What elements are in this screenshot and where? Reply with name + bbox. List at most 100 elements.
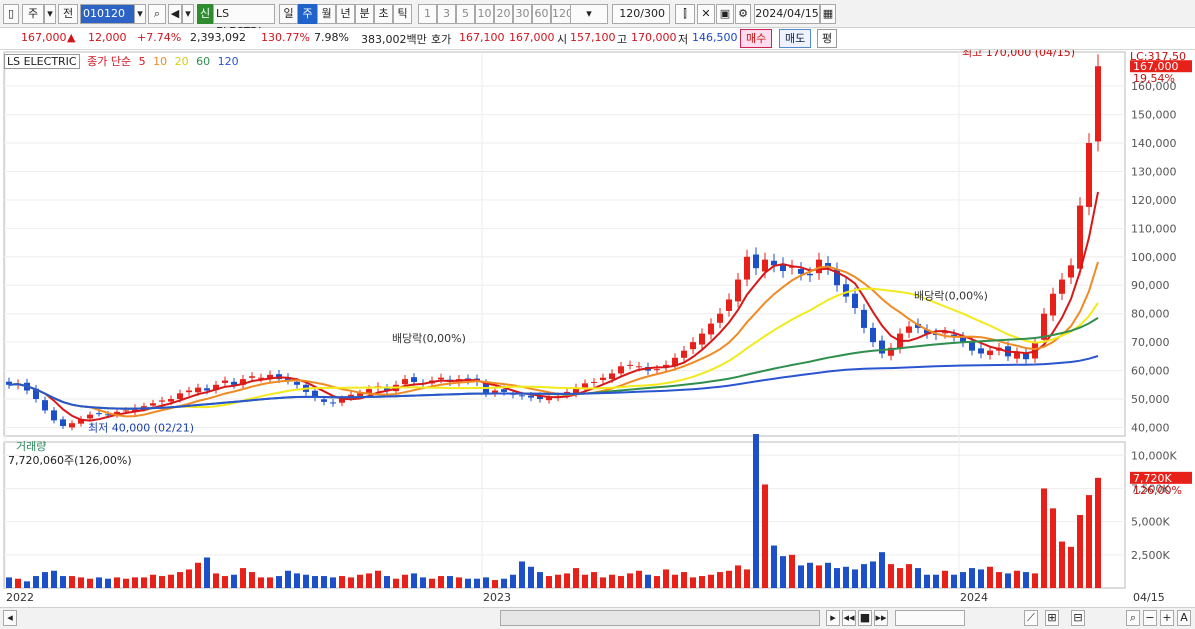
volume-bar bbox=[1023, 572, 1029, 588]
candle-body bbox=[798, 268, 804, 274]
count-field[interactable]: 120/300 bbox=[612, 4, 670, 24]
interval-tab[interactable]: 60 bbox=[532, 4, 551, 24]
volume-bar bbox=[123, 578, 129, 588]
candle-type-icon[interactable]: ⫿ bbox=[675, 4, 695, 24]
period-tab[interactable]: 주 bbox=[298, 4, 317, 24]
quote-bar: 167,000 ▲ 12,000 +7.74% 2,393,092 130.77… bbox=[0, 28, 1195, 50]
volume-bar bbox=[744, 569, 750, 588]
volume-bar bbox=[690, 577, 696, 588]
candle-body bbox=[249, 376, 255, 378]
interval-tab[interactable]: 10 bbox=[475, 4, 494, 24]
interval-select[interactable]: ▾ bbox=[570, 4, 608, 24]
avg-button[interactable]: 평 bbox=[817, 29, 838, 48]
search-icon[interactable]: ⌕ bbox=[148, 4, 166, 24]
interval-tab[interactable]: 30 bbox=[513, 4, 532, 24]
interval-tab[interactable]: 3 bbox=[437, 4, 456, 24]
candle-body bbox=[726, 299, 732, 311]
volume-bar bbox=[861, 564, 867, 588]
volume-bar bbox=[960, 572, 966, 588]
candle-body bbox=[735, 279, 741, 302]
stop-icon[interactable]: ■ bbox=[858, 610, 872, 626]
volume-bar bbox=[546, 576, 552, 588]
price-tick-label: 100,000 bbox=[1131, 251, 1177, 264]
volume-bar bbox=[699, 576, 705, 588]
bid-price: 167,100 bbox=[459, 31, 505, 44]
code-dropdown-icon[interactable]: ▾ bbox=[134, 4, 146, 24]
volume-bar bbox=[321, 576, 327, 588]
rewind-icon[interactable]: ◂◂ bbox=[842, 610, 856, 626]
stock-code-value: 010120 bbox=[83, 7, 125, 20]
zoom-slider[interactable] bbox=[895, 610, 965, 626]
volume-bar bbox=[735, 565, 741, 588]
volume-bar bbox=[564, 573, 570, 588]
candle-body bbox=[159, 400, 165, 402]
high-price: 170,000 bbox=[631, 31, 677, 44]
volume-bar bbox=[1005, 573, 1011, 588]
volume-bar bbox=[492, 580, 498, 588]
interval-tab[interactable]: 20 bbox=[494, 4, 513, 24]
volume-bar bbox=[636, 570, 642, 588]
scroll-right-icon[interactable]: ▸ bbox=[826, 610, 840, 626]
volume-bar bbox=[906, 564, 912, 588]
turnover-rate: 7.98% bbox=[314, 31, 349, 44]
split-icon[interactable]: ⊟ bbox=[1071, 610, 1085, 626]
x-axis-label: 2022 bbox=[6, 591, 34, 604]
speaker-icon[interactable]: ◀ bbox=[168, 4, 182, 24]
buy-button[interactable]: 매수 bbox=[740, 29, 773, 48]
period-select-label: 주 bbox=[27, 7, 39, 20]
candle-body bbox=[618, 366, 624, 374]
interval-tab[interactable]: 5 bbox=[456, 4, 475, 24]
date-field[interactable]: 2024/04/15 bbox=[754, 4, 820, 24]
stock-name-field[interactable]: LS ELECTRI bbox=[213, 4, 275, 38]
volume-bar bbox=[465, 578, 471, 588]
period-dropdown-icon[interactable]: ▾ bbox=[44, 4, 56, 24]
interval-tab[interactable]: 1 bbox=[418, 4, 437, 24]
legend-ma120: 120 bbox=[217, 55, 239, 68]
volume-bar bbox=[294, 573, 300, 588]
volume-value-label: 7,720,060주(126,00%) bbox=[8, 454, 132, 467]
scroll-thumb[interactable] bbox=[500, 610, 820, 626]
prev-button[interactable]: 전 bbox=[58, 4, 78, 24]
crosshair-icon[interactable]: ✕ bbox=[697, 4, 715, 24]
toolbar: ▯ 주 ▾ 전 010120 ▾ ⌕ ◀ ▾ 신 LS ELECTRI 일주월년… bbox=[0, 0, 1195, 38]
chart-type-icon[interactable]: ⊞ bbox=[1045, 610, 1059, 626]
zoom-out-icon[interactable]: − bbox=[1143, 610, 1157, 626]
volume-bar bbox=[870, 561, 876, 588]
volume-bar bbox=[375, 570, 381, 588]
period-tab[interactable]: 분 bbox=[355, 4, 374, 24]
low-annotation: 최저 40,000 (02/21) bbox=[88, 421, 194, 434]
sell-button[interactable]: 매도 bbox=[779, 29, 812, 48]
draw-tool-icon[interactable]: ⟋ bbox=[1024, 610, 1038, 626]
stock-code-input[interactable]: 010120 bbox=[80, 4, 136, 24]
scroll-bar[interactable]: ◂ ▸ ◂◂ ■ ▸▸ ⟋ ⊞ ⊟ ⌕ − + A bbox=[0, 607, 1195, 629]
period-tab[interactable]: 일 bbox=[279, 4, 298, 24]
trade-amount: 383,002백만 bbox=[361, 33, 427, 46]
candle-body bbox=[402, 379, 408, 385]
forward-icon[interactable]: ▸▸ bbox=[874, 610, 888, 626]
candle-body bbox=[744, 256, 750, 280]
chart-settings-icon[interactable]: ▯ bbox=[3, 4, 19, 24]
volume-bar bbox=[762, 484, 768, 588]
price-tick-label: 60,000 bbox=[1131, 365, 1170, 378]
save-icon[interactable]: ▣ bbox=[716, 4, 734, 24]
speaker-dropdown-icon[interactable]: ▾ bbox=[182, 4, 194, 24]
zoom-icon[interactable]: ⌕ bbox=[1126, 610, 1140, 626]
volume-bar bbox=[609, 574, 615, 588]
volume-bar bbox=[924, 574, 930, 588]
volume-bar bbox=[348, 577, 354, 588]
volume-bar bbox=[780, 556, 786, 588]
period-select[interactable]: 주 bbox=[22, 4, 44, 24]
zoom-in-icon[interactable]: + bbox=[1160, 610, 1174, 626]
open-label: 시 bbox=[557, 33, 568, 46]
period-tab[interactable]: 월 bbox=[317, 4, 336, 24]
period-tab[interactable]: 초 bbox=[374, 4, 393, 24]
period-tab[interactable]: 틱 bbox=[393, 4, 412, 24]
period-tab[interactable]: 년 bbox=[336, 4, 355, 24]
price-legend: LS ELECTRIC 종가 단순 5 10 20 60 120 bbox=[4, 53, 243, 69]
calendar-icon[interactable]: ▦ bbox=[820, 4, 836, 24]
text-tool-icon[interactable]: A bbox=[1177, 610, 1191, 626]
scroll-left-icon[interactable]: ◂ bbox=[3, 610, 17, 626]
interval-tab[interactable]: 120 bbox=[551, 4, 573, 24]
stock-chart[interactable]: 40,000 50,000 60,000 70,000 80,000 90,000 100,… bbox=[0, 50, 1195, 607]
gear-icon[interactable]: ⚙ bbox=[735, 4, 751, 24]
